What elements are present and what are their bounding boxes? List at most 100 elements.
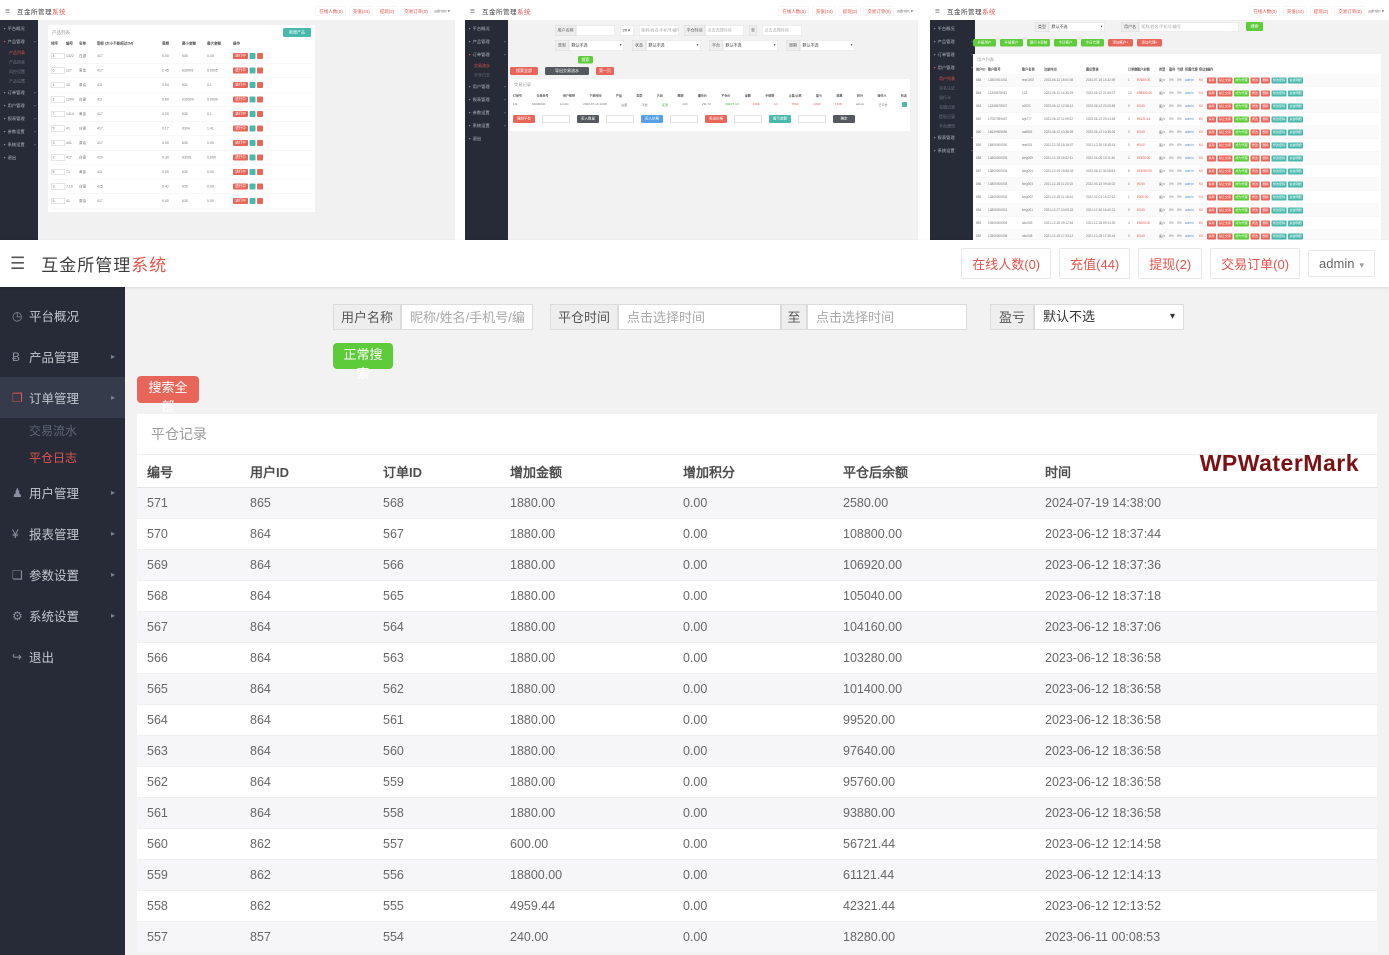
- mini-table-rows: 41322白银4170.006300.00进行中6127黄金4170.45630…: [51, 49, 312, 209]
- cell-balance: 2580.00: [835, 488, 1037, 519]
- mini-row-action-button: 删除: [1261, 142, 1270, 148]
- header-link-0[interactable]: 在线人数(0): [961, 248, 1051, 279]
- mini-table-row: 85915900000000test0012021-12-30 18:18:07…: [976, 139, 1379, 152]
- close-time-end-input[interactable]: [807, 304, 967, 330]
- sidebar-item-system[interactable]: ⚙系统设置▸: [0, 595, 125, 636]
- mini-cell: 白银: [621, 102, 627, 107]
- mini-cell: ¥0.00: [1137, 209, 1159, 213]
- table-body: 5718655681880.000.002580.002024-07-19 14…: [137, 488, 1377, 953]
- cell-time: 2023-06-12 18:36:58: [1037, 643, 1377, 674]
- header-link-3[interactable]: 交易订单(0): [1210, 248, 1300, 279]
- mini-cell: 854: [976, 209, 988, 213]
- mini-cell: 441: [66, 141, 79, 145]
- mini-bottom-input: [542, 115, 570, 123]
- mini-cell: ¥98800.00: [1137, 92, 1159, 96]
- sidebar-item-logout[interactable]: ↪退出: [0, 636, 125, 677]
- sidebar-item-users[interactable]: ♟用户管理▸: [0, 472, 125, 513]
- mini-cell: admin: [1185, 144, 1199, 148]
- mini-cell: 账户余额: [1137, 67, 1159, 72]
- mini-sort-input: 5: [51, 126, 65, 132]
- sidebar-subitem-close-log[interactable]: 平仓日志: [0, 445, 125, 472]
- mini-cell: 订单数: [1128, 67, 1137, 72]
- table-row: 5618645581880.000.0093880.002023-06-12 1…: [137, 798, 1377, 829]
- cell-amount: 4959.44: [502, 891, 675, 922]
- chevron-right-icon: ▸: [504, 53, 506, 57]
- mini-item-label: 系统设置: [8, 142, 25, 148]
- mini-row-action-button: 禁止交易: [1218, 142, 1233, 148]
- mini-cell: 2021-12-25 17:35:44: [1086, 235, 1128, 239]
- mini-cell: 白银: [79, 126, 97, 131]
- cell-balance: 101400.00: [835, 674, 1037, 705]
- mini-search-button: 搜索: [578, 56, 593, 64]
- mini-table-header: 订单号交易单号用户昵称下单时间产品类型方向周期建仓价平仓价金额手续费止盈/止损盈…: [513, 93, 907, 98]
- cell-order-id: 567: [375, 519, 502, 550]
- mini-cell: 630001: [182, 69, 207, 73]
- cell-balance: 97640.00: [835, 736, 1037, 767]
- mini-cell: admin: [1185, 183, 1199, 187]
- cell-time: 2023-06-12 18:37:36: [1037, 550, 1377, 581]
- close-time-start-input[interactable]: [618, 304, 781, 330]
- mini-cell: 13800000002: [988, 196, 1022, 200]
- mini-sidebar: ●平台概况●产品管理▸●订单管理▸交易流水平仓日志●用户管理▸●报表管理▸●参数…: [465, 20, 508, 240]
- mini-status-button: 进行中: [233, 155, 248, 161]
- report-icon: ¥: [12, 527, 29, 541]
- header-link-1[interactable]: 充值(44): [1059, 248, 1130, 279]
- sidebar-item-reports[interactable]: ¥报表管理▸: [0, 513, 125, 554]
- mini-table-row: 3441原油4170.006300.00进行中: [51, 136, 312, 151]
- mini-cell: 859: [976, 144, 988, 148]
- mini-row-action-button: 资金明细: [1288, 233, 1303, 239]
- sidebar-item-overview[interactable]: ◷平台概况: [0, 295, 125, 336]
- mini-bottom-input: [798, 115, 826, 123]
- mini-cell: 6: [1128, 170, 1137, 174]
- mini-sidebar-item: ●参数设置▸: [465, 106, 508, 119]
- mini-item-icon: ●: [4, 104, 6, 108]
- sidebar-item-orders[interactable]: ❐订单管理▸: [0, 377, 125, 418]
- mini-header-links: 在线人数(0)充值(44)提现(2)交易订单(0)admin ▾: [316, 6, 450, 16]
- mini-cell: aa8881: [1022, 131, 1044, 135]
- username-input[interactable]: [401, 304, 533, 330]
- search-all-button[interactable]: 搜索全部: [137, 376, 199, 403]
- mini-action-button: 搜索全部: [510, 67, 538, 75]
- mini-cell: 0.004: [207, 156, 233, 160]
- sidebar-item-label: 参数设置: [29, 565, 79, 584]
- mini-row-action-button: 成为代理: [1234, 77, 1249, 83]
- mini-item-label: 报表管理: [8, 116, 25, 122]
- mini-cell: admin: [1185, 222, 1199, 226]
- mini-cell: 0.0005: [207, 69, 233, 73]
- mini-bottom-input: [670, 115, 698, 123]
- mini-sidebar-item: ●产品管理▸: [465, 35, 508, 48]
- mini-cell: 630000: [182, 98, 207, 102]
- sidebar-item-products[interactable]: Ƀ产品管理▸: [0, 336, 125, 377]
- mini-page-size-select: 20 ▾: [620, 25, 634, 36]
- mini-cell: 0%: [1169, 92, 1177, 96]
- mini-cell: king002: [1022, 196, 1044, 200]
- mini-cell: 0%: [1177, 118, 1185, 122]
- mini-cell: king004: [1022, 170, 1044, 174]
- mini-cell: 2021-12-29 15:58:33: [1044, 170, 1086, 174]
- mini-sort-input: 2: [51, 155, 65, 161]
- mini-cell: K0: [1199, 235, 1207, 239]
- sidebar-item-params[interactable]: ❏参数设置▸: [0, 554, 125, 595]
- mini-cell: admin: [1185, 79, 1199, 83]
- header-link-2[interactable]: 提现(2): [1138, 248, 1202, 279]
- admin-dropdown[interactable]: admin▾: [1308, 250, 1375, 277]
- mini-row-action-button: 禁用: [1207, 181, 1216, 187]
- mini-cell: admin: [1185, 131, 1199, 135]
- mini-row-action-button: 禁止交易: [1218, 207, 1233, 213]
- cell-time: 2024-07-19 14:38:00: [1037, 488, 1377, 519]
- mini-row-action-button: 修改密码: [1272, 103, 1287, 109]
- mini-cell: 原油: [79, 83, 97, 88]
- mini-filter-input: 点击选择时间: [762, 25, 802, 36]
- mini-item-label: 订单管理: [938, 52, 955, 58]
- mini-sidebar-item: ●产品管理▸: [0, 35, 38, 48]
- mini-table-rows: 86513500001002test10022023-06-12 18:00:0…: [976, 74, 1379, 240]
- mini-status-button: 进行中: [233, 140, 248, 146]
- normal-search-button[interactable]: 正常搜索: [333, 343, 393, 369]
- mini-cell: admin: [1185, 209, 1199, 213]
- mini-cell: 630: [182, 112, 207, 116]
- mini-cell: 0.00: [207, 54, 233, 58]
- profit-select[interactable]: 默认不选▾: [1034, 304, 1184, 330]
- hamburger-menu-icon[interactable]: ☰: [10, 254, 25, 274]
- sidebar-subitem-trade-flow[interactable]: 交易流水: [0, 418, 125, 445]
- product-icon: Ƀ: [12, 350, 29, 364]
